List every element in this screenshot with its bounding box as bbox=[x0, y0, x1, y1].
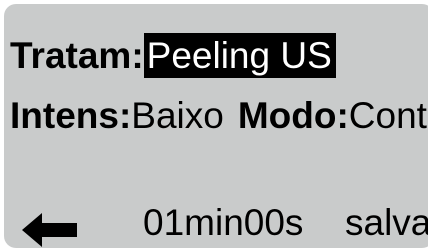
timer-display: 01min00s bbox=[143, 202, 304, 243]
lcd-screen: Tratam:Peeling US Intens:Baixo Modo:Cont … bbox=[4, 4, 428, 248]
save-button[interactable]: salvar bbox=[345, 204, 428, 241]
intensity-value[interactable]: Baixo bbox=[131, 95, 224, 136]
intensity-label: Intens: bbox=[10, 95, 132, 136]
settings-row: Intens:Baixo Modo:Cont bbox=[10, 97, 427, 134]
left-arrow-icon[interactable] bbox=[22, 213, 77, 247]
treatment-row: Tratam:Peeling US bbox=[10, 33, 336, 78]
treatment-label: Tratam: bbox=[10, 35, 144, 76]
treatment-value[interactable]: Peeling US bbox=[143, 33, 336, 78]
mode-label: Modo: bbox=[237, 95, 349, 136]
mode-value[interactable]: Cont bbox=[349, 95, 427, 136]
